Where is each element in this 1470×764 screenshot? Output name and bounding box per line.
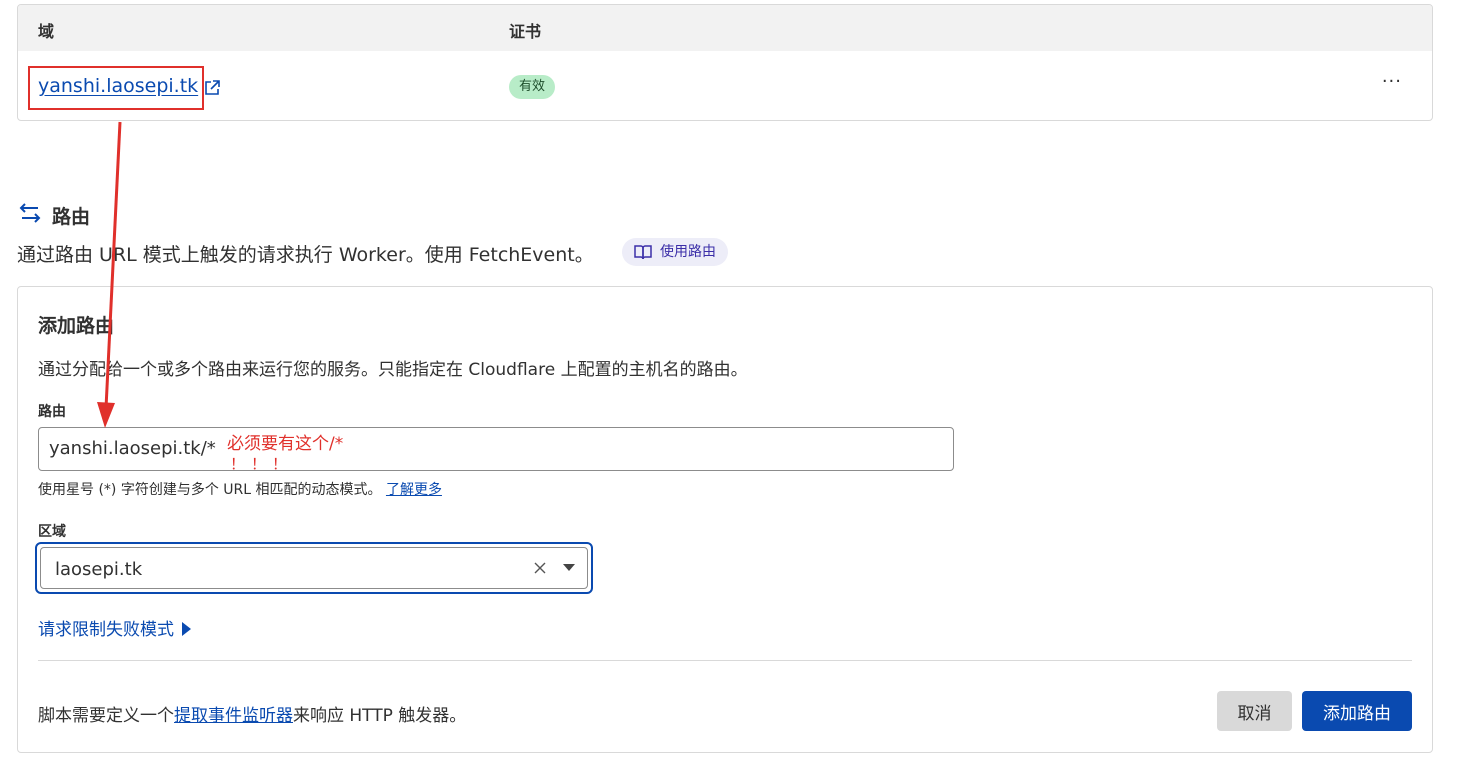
- fail-mode-label: 请求限制失败模式: [38, 620, 174, 640]
- external-link-icon[interactable]: [203, 79, 221, 97]
- footer-text: 脚本需要定义一个提取事件监听器来响应 HTTP 触发器。: [38, 701, 466, 726]
- add-route-card: 添加路由 通过分配给一个或多个路由来运行您的服务。只能指定在 Cloudflar…: [17, 286, 1433, 753]
- annotation-note: 必须要有这个/*: [227, 434, 344, 454]
- zone-select-inner: laosepi.tk: [40, 547, 588, 589]
- caret-right-icon: [182, 622, 191, 636]
- routes-icon: [19, 203, 41, 223]
- footer-suffix: 来响应 HTTP 触发器。: [293, 706, 467, 726]
- divider: [38, 660, 1412, 661]
- routes-section-title: 路由: [52, 206, 91, 228]
- learn-more-link[interactable]: 了解更多: [386, 482, 442, 498]
- domains-table: 域 证书 yanshi.laosepi.tk 有效 ···: [17, 4, 1433, 121]
- route-input[interactable]: yanshi.laosepi.tk/*: [38, 427, 954, 471]
- add-route-button[interactable]: 添加路由: [1302, 691, 1412, 731]
- annotation-exclaim: ！！！: [230, 455, 294, 473]
- add-route-title: 添加路由: [38, 315, 115, 337]
- certificate-status-badge: 有效: [509, 75, 556, 99]
- more-options-icon[interactable]: ···: [1382, 71, 1402, 92]
- annotation-highlight-box: [28, 66, 204, 110]
- use-routes-docs-link[interactable]: 使用路由: [622, 238, 728, 266]
- zone-field-label: 区域: [38, 524, 66, 540]
- footer-prefix: 脚本需要定义一个: [38, 706, 174, 726]
- chevron-down-icon[interactable]: [563, 564, 575, 572]
- zone-select[interactable]: laosepi.tk: [35, 542, 593, 594]
- add-route-description: 通过分配给一个或多个路由来运行您的服务。只能指定在 Cloudflare 上配置…: [38, 360, 748, 380]
- rate-limit-fail-mode-toggle[interactable]: 请求限制失败模式: [38, 615, 191, 640]
- book-icon: [634, 245, 652, 260]
- column-header-certificate: 证书: [509, 22, 542, 41]
- table-row: yanshi.laosepi.tk 有效 ···: [18, 51, 1432, 120]
- use-routes-label: 使用路由: [660, 244, 716, 260]
- column-header-domain: 域: [38, 22, 55, 41]
- fetch-event-listener-link[interactable]: 提取事件监听器: [174, 706, 293, 726]
- clear-icon[interactable]: [533, 561, 547, 575]
- route-help-text: 使用星号 (*) 字符创建与多个 URL 相匹配的动态模式。 了解更多: [38, 479, 442, 499]
- cancel-button[interactable]: 取消: [1217, 691, 1292, 731]
- route-help-label: 使用星号 (*) 字符创建与多个 URL 相匹配的动态模式。: [38, 482, 382, 498]
- routes-description: 通过路由 URL 模式上触发的请求执行 Worker。使用 FetchEvent…: [17, 244, 594, 266]
- route-field-label: 路由: [38, 404, 66, 420]
- zone-selected-value: laosepi.tk: [55, 559, 143, 580]
- table-header: 域 证书: [18, 5, 1432, 51]
